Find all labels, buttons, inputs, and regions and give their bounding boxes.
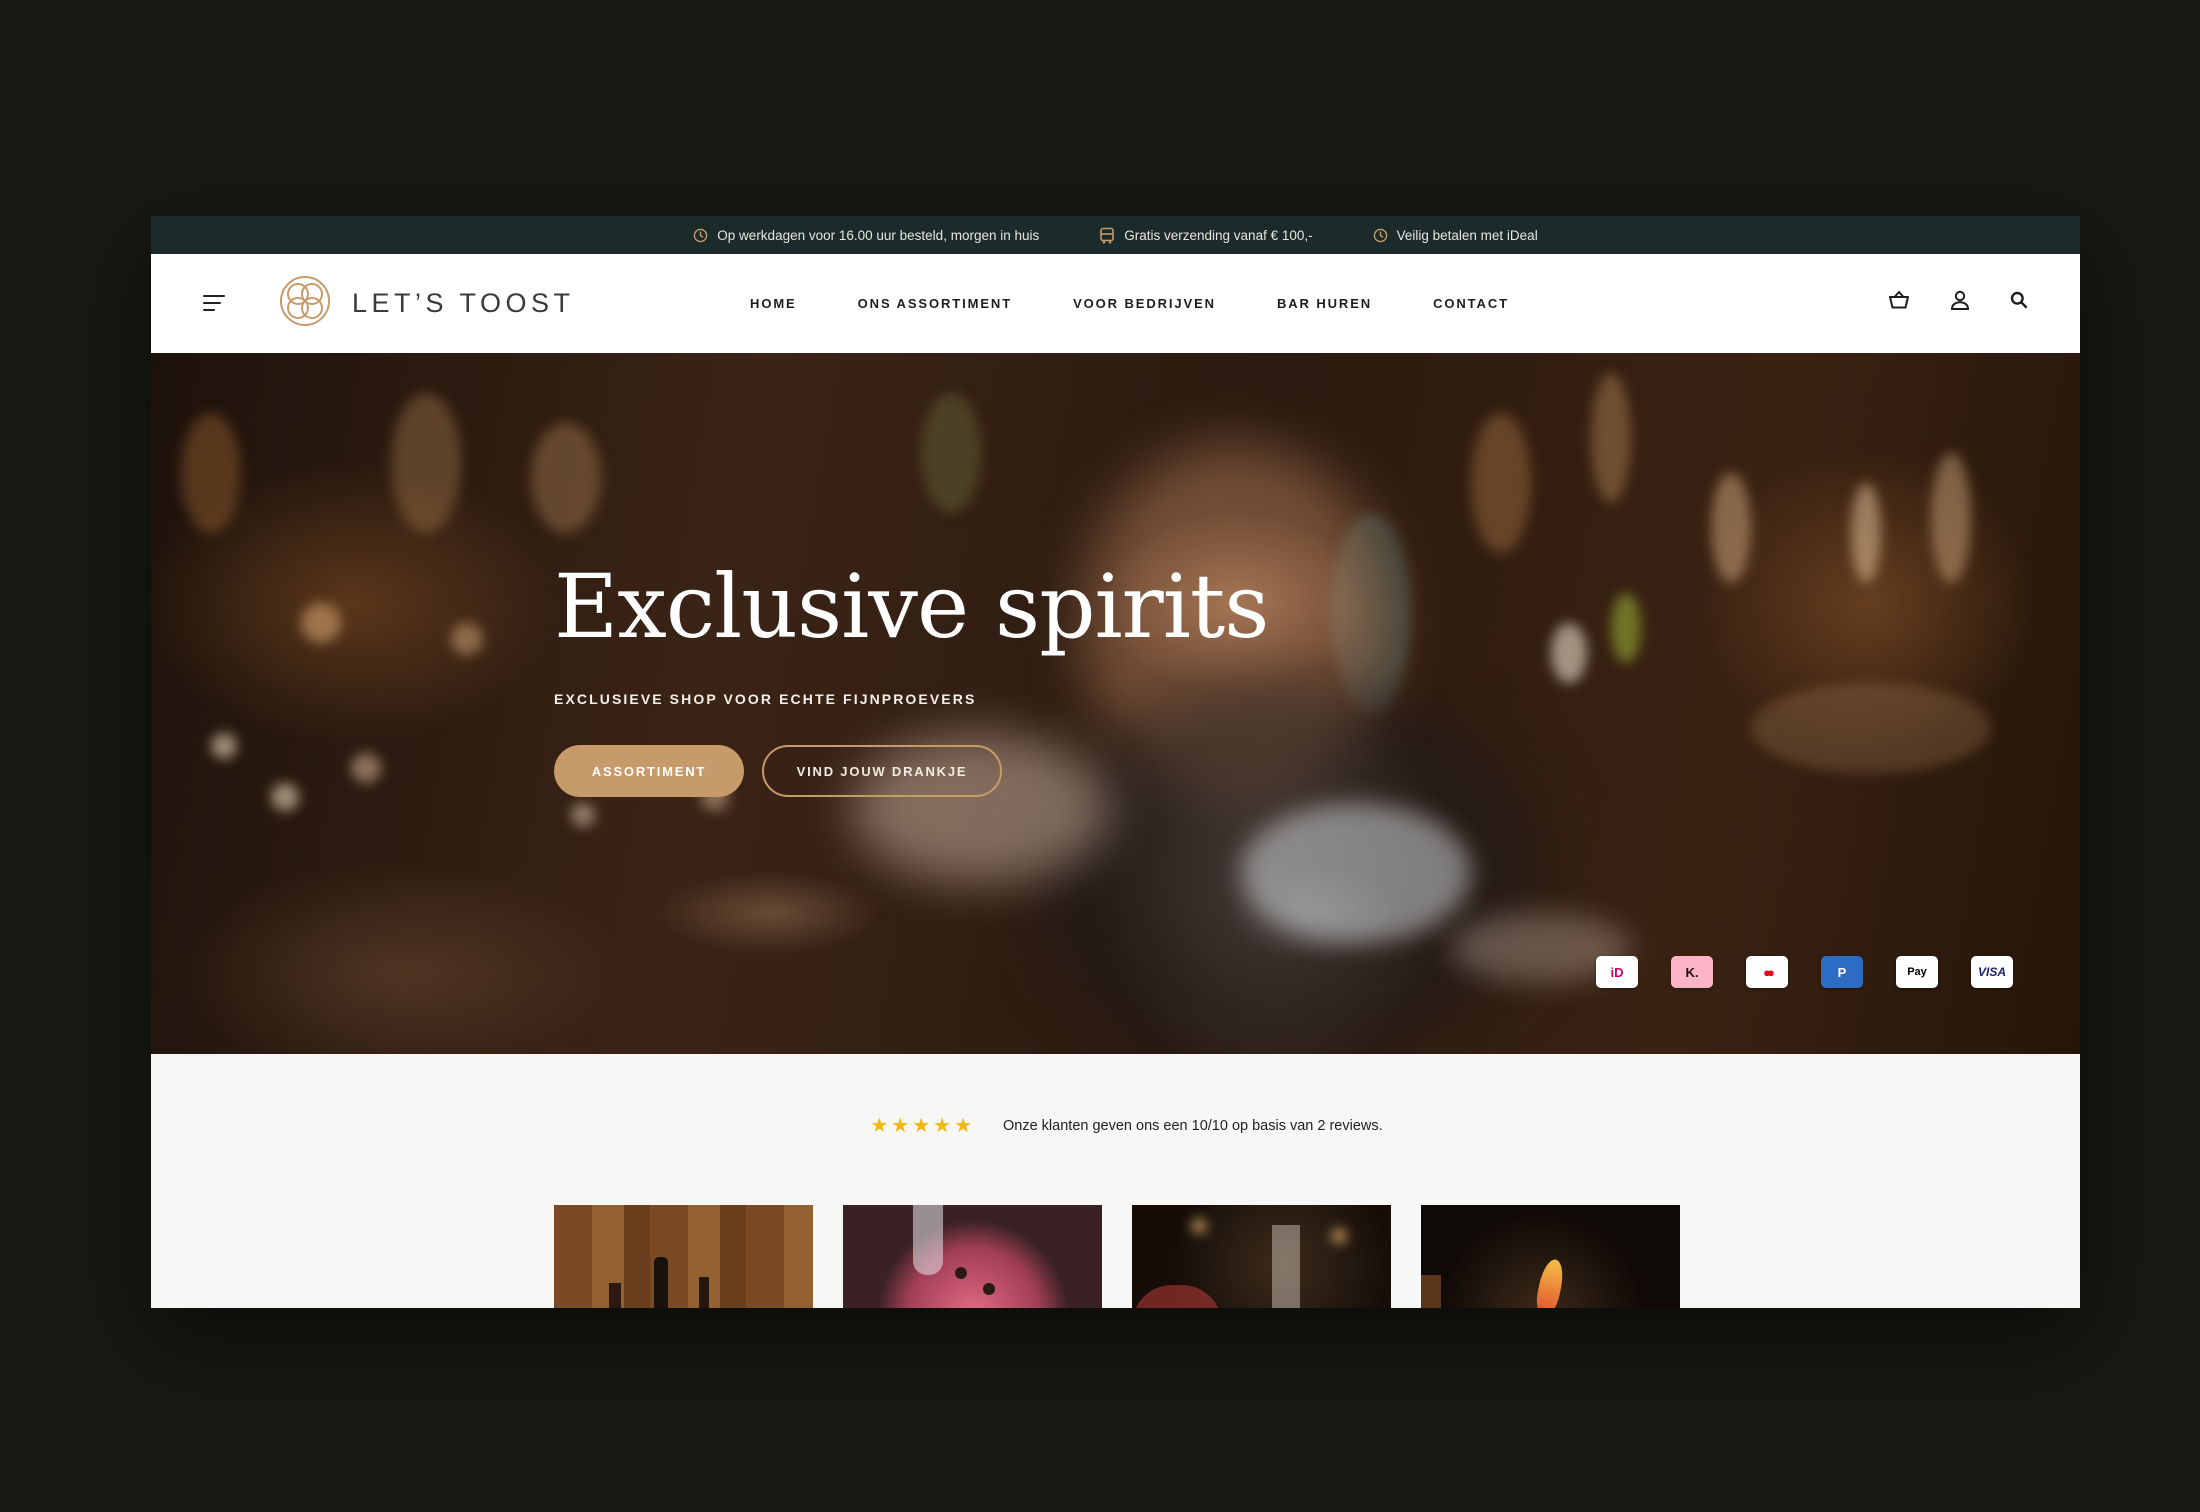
category-tile[interactable] (843, 1205, 1102, 1308)
rating-stars: ★ ★ ★ ★ ★ (870, 1116, 972, 1136)
nav-voor-bedrijven[interactable]: VOOR BEDRIJVEN (1073, 296, 1216, 311)
review-summary: ★ ★ ★ ★ ★ Onze klanten geven ons een 10/10 o… (151, 1116, 2080, 1136)
star-icon: ★ (912, 1115, 931, 1137)
ideal-icon: iD (1596, 956, 1638, 988)
usp-free-shipping: Gratis verzending vanaf € 100,- (1099, 227, 1313, 244)
usp-bar: Op werkdagen voor 16.00 uur besteld, mor… (151, 216, 2080, 254)
star-icon: ★ (891, 1115, 910, 1137)
usp-text: Veilig betalen met iDeal (1396, 227, 1538, 243)
paypal-icon: P (1821, 956, 1863, 988)
category-tile[interactable] (1421, 1205, 1680, 1308)
klarna-icon: K. (1671, 956, 1713, 988)
review-text: Onze klanten geven ons een 10/10 op basi… (1003, 1118, 1383, 1134)
clock-icon (693, 228, 708, 243)
header-actions (1888, 290, 2028, 315)
payment-methods: iD K. ●● P Pay VISA (1596, 956, 2013, 988)
logo-mark-icon (278, 274, 332, 333)
category-tile[interactable] (1132, 1205, 1391, 1308)
star-icon: ★ (870, 1115, 889, 1137)
assortiment-button[interactable]: ASSORTIMENT (554, 745, 744, 797)
category-tile[interactable] (554, 1205, 813, 1308)
usp-text: Gratis verzending vanaf € 100,- (1124, 227, 1313, 243)
nav-contact[interactable]: CONTACT (1433, 296, 1509, 311)
nav-home[interactable]: HOME (750, 296, 797, 311)
browser-page: Op werkdagen voor 16.00 uur besteld, mor… (151, 216, 2080, 1308)
hero-background-image (151, 353, 2080, 1054)
nav-ons-assortiment[interactable]: ONS ASSORTIMENT (858, 296, 1012, 311)
delivery-van-icon (1099, 227, 1115, 244)
apple-pay-icon: Pay (1896, 956, 1938, 988)
user-icon[interactable] (1950, 290, 1970, 315)
hero-banner: Exclusive spirits EXCLUSIEVE SHOP VOOR E… (151, 353, 2080, 1054)
hero-title: Exclusive spirits (554, 555, 1269, 658)
usp-text: Op werkdagen voor 16.00 uur besteld, mor… (717, 227, 1040, 243)
hero-subtitle: EXCLUSIEVE SHOP VOOR ECHTE FIJNPROEVERS (554, 691, 977, 707)
find-drink-button[interactable]: VIND JOUW DRANKJE (762, 745, 1002, 797)
nav-bar-huren[interactable]: BAR HUREN (1277, 296, 1372, 311)
site-logo[interactable]: LET’S TOOST (278, 275, 575, 331)
category-tiles (554, 1205, 1680, 1308)
star-icon: ★ (933, 1115, 952, 1137)
usp-delivery-time: Op werkdagen voor 16.00 uur besteld, mor… (693, 228, 1039, 243)
star-icon: ★ (954, 1115, 972, 1137)
site-header: LET’S TOOST HOME ONS ASSORTIMENT VOOR BE… (151, 254, 2080, 353)
usp-secure-payment: Veilig betalen met iDeal (1373, 228, 1538, 243)
search-icon[interactable] (2010, 291, 2028, 314)
hamburger-menu-icon[interactable] (203, 293, 225, 313)
cart-icon[interactable] (1888, 290, 1910, 315)
clock-icon (1373, 228, 1388, 243)
brand-name: LET’S TOOST (352, 287, 575, 318)
visa-icon: VISA (1971, 956, 2013, 988)
mastercard-icon: ●● (1746, 956, 1788, 988)
